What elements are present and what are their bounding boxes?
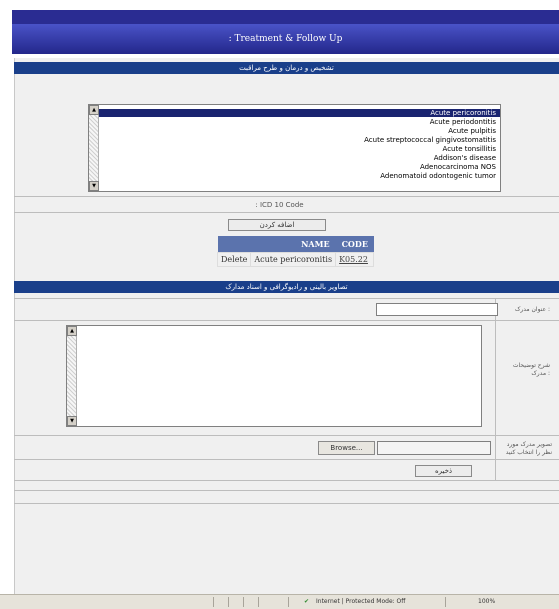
submit-button[interactable]: ذخیره (415, 465, 472, 477)
divider (14, 490, 559, 491)
icd-code-label: : ICD 10 Code (255, 201, 304, 209)
divider (14, 298, 559, 299)
followup-section-header: تصاویر بالینی و رادیوگرافی و اسناد مدارک (14, 281, 559, 293)
delete-link[interactable]: Delete (216, 252, 252, 267)
textarea-scrollbar[interactable]: ▲ ▼ (67, 326, 77, 426)
code-column-header: CODE (335, 236, 374, 253)
divider (14, 459, 559, 460)
list-item[interactable]: Acute periodontitis (430, 118, 496, 126)
divider (14, 435, 559, 436)
status-divider (288, 597, 289, 607)
divider (14, 212, 559, 213)
description-textarea[interactable]: ▲ ▼ (66, 325, 482, 427)
table-row: Delete Acute pericoronitis K05.22 (216, 252, 375, 267)
status-divider (228, 597, 229, 607)
status-mode: Internet | Protected Mode: Off (316, 598, 406, 605)
status-divider (445, 597, 446, 607)
doc-title-field[interactable] (376, 303, 498, 316)
diagnosis-code: K05.22 (335, 252, 375, 267)
scroll-down-icon[interactable]: ▼ (67, 416, 77, 426)
window-top-strip (12, 10, 559, 24)
file-image-label: تصویر مدرک مورد نظر را انتخاب کنید (505, 441, 552, 456)
file-path-input[interactable] (377, 441, 491, 455)
list-item[interactable]: Acute pulpitis (448, 127, 496, 135)
diagnosis-name: Acute pericoronitis (250, 252, 337, 267)
scroll-down-icon[interactable]: ▼ (89, 181, 99, 191)
list-item[interactable]: Adenocarcinoma NOS (420, 163, 496, 171)
divider (14, 320, 559, 321)
globe-icon: ✔ (304, 598, 310, 605)
list-item[interactable]: Acute tonsillitis (443, 145, 496, 153)
divider (14, 480, 559, 481)
status-divider (258, 597, 259, 607)
status-divider (243, 597, 244, 607)
divider (14, 503, 559, 504)
list-item[interactable]: Acute streptococcal gingivostomatitis (364, 136, 496, 144)
scroll-up-icon[interactable]: ▲ (89, 105, 99, 115)
add-button[interactable]: اضافه کردن (228, 219, 326, 231)
icd-listbox[interactable]: ▲ ▼ Acute pericoronitis Acute periodonti… (88, 104, 501, 192)
icd-table: NAME CODE Delete Acute pericoronitis K05… (216, 236, 375, 267)
zoom-level[interactable]: 100% (478, 598, 495, 605)
scroll-up-icon[interactable]: ▲ (67, 326, 77, 336)
diagnosis-section-header: تشخیص و درمان و طرح مراقبت (14, 62, 559, 74)
description-label: شرح توضیحات مدرک : (512, 362, 550, 377)
list-item[interactable]: Addison's disease (434, 154, 496, 162)
list-item[interactable]: Acute pericoronitis (99, 109, 500, 117)
divider (14, 196, 559, 197)
label-column-divider (495, 298, 496, 480)
name-column-header: NAME (217, 236, 336, 253)
browse-button[interactable]: Browse... (318, 441, 375, 455)
doc-title-label: عنوان مدرک : (514, 306, 550, 313)
listbox-scrollbar[interactable]: ▲ ▼ (89, 105, 99, 191)
status-divider (213, 597, 214, 607)
list-item[interactable]: Adenomatoid odontogenic tumor (380, 172, 496, 180)
page-title: : Treatment & Follow Up (12, 24, 559, 54)
status-bar: ✔ Internet | Protected Mode: Off 100% (0, 594, 559, 609)
